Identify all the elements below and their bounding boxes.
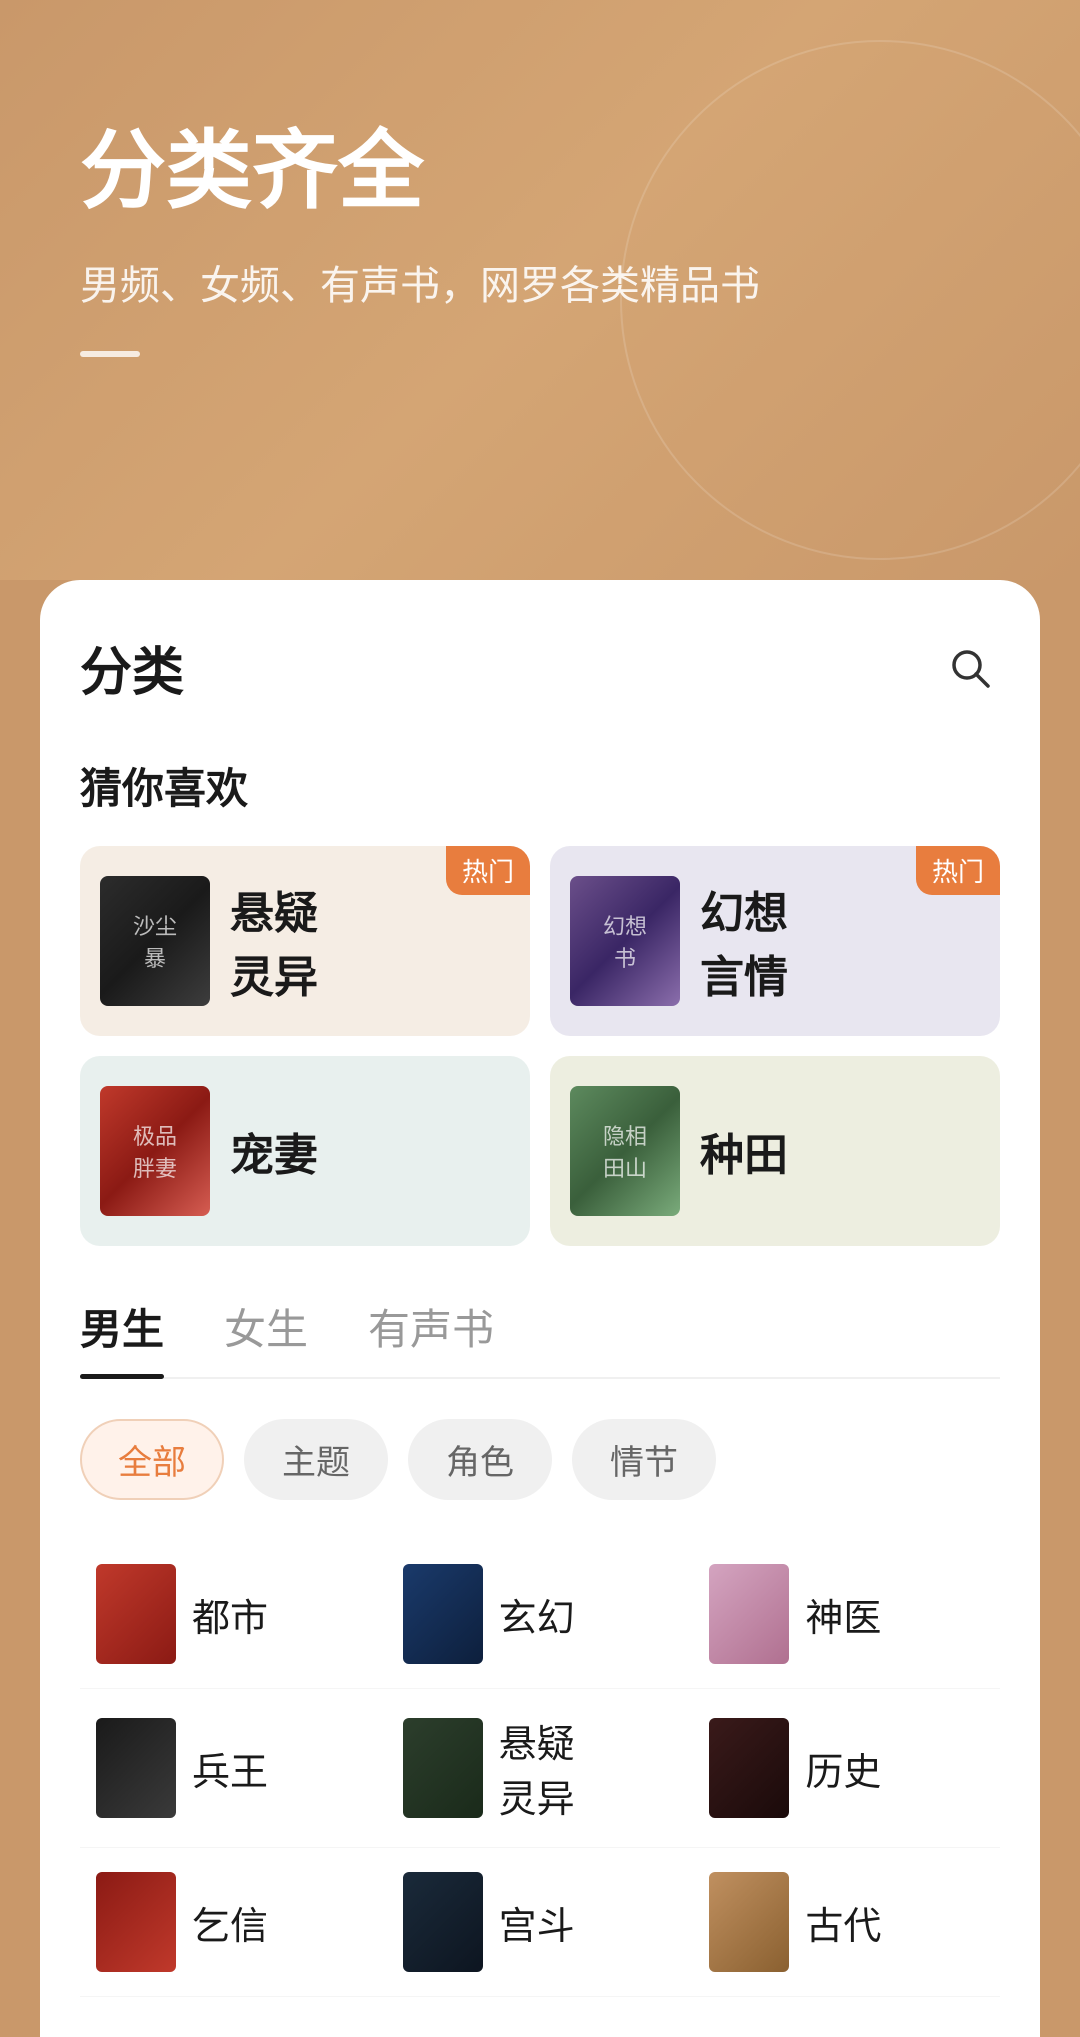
category-item-soldier[interactable]: 兵王 [80,1689,387,1848]
filter-chip-all[interactable]: 全部 [80,1419,224,1500]
filter-chip-role[interactable]: 角色 [408,1419,552,1500]
tab-audio[interactable]: 有声书 [368,1296,494,1377]
genre-card-romance[interactable]: 极品胖妻 宠妻 [80,1056,530,1246]
cat-label-bottom2: 宫斗 [499,1895,575,1950]
category-item-bottom1[interactable]: 乞信 [80,1848,387,1997]
hero-divider [80,351,140,357]
cat-cover-urban [96,1564,176,1664]
category-item-xuan[interactable]: 玄幻 [387,1540,694,1689]
category-item-bottom2[interactable]: 宫斗 [387,1848,694,1997]
cat-cover-mystery2 [403,1718,483,1818]
card-header: 分类 [80,630,1000,705]
card-title: 分类 [80,630,184,705]
cat-cover-bottom3 [709,1872,789,1972]
cat-cover-history [709,1718,789,1818]
genre-card-farming[interactable]: 隐相田山 种田 [550,1056,1000,1246]
cat-label-soldier: 兵王 [192,1741,268,1796]
book-cover-farming: 隐相田山 [570,1086,680,1216]
book-cover-romance: 极品胖妻 [100,1086,210,1216]
genre-card-fantasy[interactable]: 热门 幻想书 幻想言情 [550,846,1000,1036]
tab-male[interactable]: 男生 [80,1296,164,1377]
genre-label-fantasy: 幻想言情 [700,877,788,1005]
book-cover-mystery: 沙尘暴 [100,876,210,1006]
category-item-urban[interactable]: 都市 [80,1540,387,1689]
book-cover-fantasy: 幻想书 [570,876,680,1006]
filter-chip-theme[interactable]: 主题 [244,1419,388,1500]
cat-label-divine: 神医 [805,1587,881,1642]
cat-label-history: 历史 [805,1741,881,1796]
genre-card-mystery[interactable]: 热门 沙尘暴 悬疑灵异 [80,846,530,1036]
cat-label-xuan: 玄幻 [499,1587,575,1642]
cat-cover-bottom1 [96,1872,176,1972]
category-item-history[interactable]: 历史 [693,1689,1000,1848]
section-title: 猜你喜欢 [80,755,1000,816]
main-card: 分类 猜你喜欢 热门 沙尘暴 悬疑灵异 热门 幻想书 [40,580,1040,2037]
cat-label-bottom3: 古代 [805,1895,881,1950]
hot-badge-fantasy: 热门 [916,846,1000,895]
tab-female[interactable]: 女生 [224,1296,308,1377]
decorative-circle [620,40,1080,560]
hero-section: 分类齐全 男频、女频、有声书，网罗各类精品书 [0,0,1080,580]
cat-label-urban: 都市 [192,1587,268,1642]
genre-label-romance: 宠妻 [230,1119,318,1183]
search-button[interactable] [940,638,1000,698]
cat-label-mystery2: 悬疑灵异 [499,1713,575,1823]
cat-cover-bottom2 [403,1872,483,1972]
category-item-divine[interactable]: 神医 [693,1540,1000,1689]
cat-cover-xuan [403,1564,483,1664]
genre-label-mystery: 悬疑灵异 [230,877,318,1005]
cat-label-bottom1: 乞信 [192,1895,268,1950]
category-item-mystery2[interactable]: 悬疑灵异 [387,1689,694,1848]
genre-grid: 热门 沙尘暴 悬疑灵异 热门 幻想书 幻想言情 极品胖妻 [80,846,1000,1246]
cat-cover-soldier [96,1718,176,1818]
category-grid: 都市 玄幻 神医 兵王 悬疑灵异 [80,1540,1000,1997]
category-item-bottom3[interactable]: 古代 [693,1848,1000,1997]
cat-cover-divine [709,1564,789,1664]
hot-badge-mystery: 热门 [446,846,530,895]
filter-chip-plot[interactable]: 情节 [572,1419,716,1500]
genre-label-farming: 种田 [700,1119,788,1183]
tabs-row: 男生 女生 有声书 [80,1296,1000,1379]
filter-row: 全部 主题 角色 情节 [80,1419,1000,1500]
